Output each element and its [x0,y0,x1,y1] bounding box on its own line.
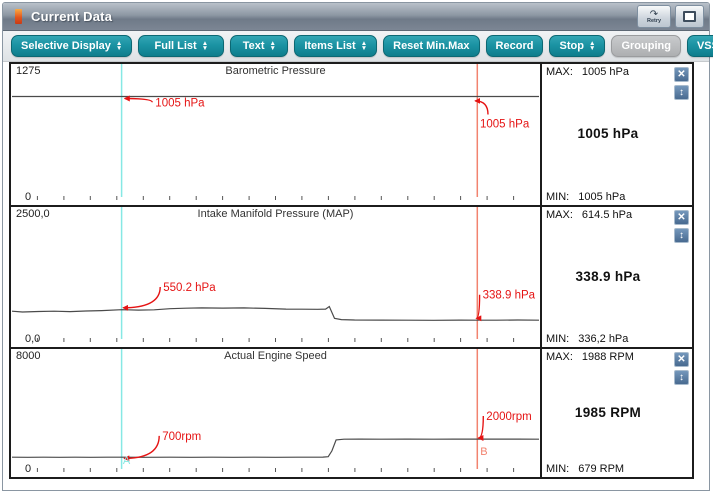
min-label: MIN: [546,333,569,345]
panel-buttons: ✕↕ [674,210,689,243]
max-value: 1005 hPa [582,66,629,78]
min-value: 679 RPM [578,463,624,475]
min-label: MIN: [546,191,569,203]
spinner-arrows-icon: ▲▼ [589,41,595,52]
max-value-line: MAX: 614.5 hPa [546,209,632,221]
annotation-label: 338.9 hPa [483,290,536,302]
chart-plot-actual-engine-speed: 8000Actual Engine Speed0700rpm2000rpmAB [11,349,540,477]
value-panel-intake-manifold-pressure-map: MAX:614.5 hPa338.9 hPaMIN:336,2 hPa✕↕ [540,207,692,347]
current-data-window: Current Data ↷ Retry Selective Display ▲▼… [2,2,710,491]
resize-vertical-icon: ↕ [679,373,684,383]
chart-row-barometric-pressure: 1275Barometric Pressure01005 hPa1005 hPa… [11,64,692,207]
min-value-line: MIN: 336,2 hPa [546,333,628,345]
min-value-line: MIN: 1005 hPa [546,191,625,203]
toolbar-button-label: Record [496,40,534,52]
toolbar-button-vss[interactable]: VSS [687,35,713,57]
resize-chart-button[interactable]: ↕ [674,228,689,243]
toolbar-button-record[interactable]: Record [486,35,544,57]
resize-vertical-icon: ↕ [679,88,684,98]
min-value: 336,2 hPa [578,333,628,345]
max-value: 1988 RPM [582,351,634,363]
retry-button[interactable]: ↷ Retry [637,5,671,28]
maximize-button[interactable] [675,5,704,28]
toolbar-button-label: Selective Display [21,40,111,52]
toolbar-button-label: VSS [697,40,713,52]
close-chart-button[interactable]: ✕ [674,210,689,225]
resize-vertical-icon: ↕ [679,231,684,241]
toolbar-button-stop[interactable]: Stop ▲▼ [549,35,605,57]
chart-canvas: 550.2 hPa 338.9 hPa [11,207,540,347]
close-icon: ✕ [677,355,685,365]
toolbar-button-reset-min-max[interactable]: Reset Min.Max [383,35,479,57]
data-line [12,439,539,457]
toolbar-button-label: Grouping [621,40,671,52]
spinner-arrows-icon: ▲▼ [116,41,122,52]
min-value-line: MIN: 679 RPM [546,463,624,475]
spinner-arrows-icon: ▲▼ [361,41,367,52]
retry-label: Retry [647,19,661,24]
current-value: 338.9 hPa [542,269,674,284]
title-bar: Current Data ↷ Retry [3,3,709,31]
max-label: MAX: [546,209,573,221]
toolbar-button-label: Items List [304,40,355,52]
toolbar-button-label: Full List [155,40,197,52]
resize-chart-button[interactable]: ↕ [674,85,689,100]
window-title: Current Data [31,9,112,24]
close-chart-button[interactable]: ✕ [674,352,689,367]
toolbar-button-label: Text [243,40,265,52]
resize-chart-button[interactable]: ↕ [674,370,689,385]
charts-container: 1275Barometric Pressure01005 hPa1005 hPa… [9,62,694,479]
data-line [12,307,539,321]
toolbar-button-selective-display[interactable]: Selective Display ▲▼ [11,35,132,57]
close-icon: ✕ [677,70,685,80]
current-value: 1005 hPa [542,126,674,141]
panel-buttons: ✕↕ [674,67,689,100]
max-value: 614.5 hPa [582,209,632,221]
toolbar-button-label: Stop [560,40,584,52]
annotation-arrow [478,416,483,438]
panel-buttons: ✕↕ [674,352,689,385]
annotation-label: 700rpm [162,431,201,443]
spinner-arrows-icon: ▲▼ [270,41,276,52]
min-label: MIN: [546,463,569,475]
chart-plot-barometric-pressure: 1275Barometric Pressure01005 hPa1005 hPa [11,64,540,205]
annotation-label: 550.2 hPa [163,282,216,294]
annotation-label: 1005 hPa [155,97,205,109]
close-icon: ✕ [677,213,685,223]
toolbar-button-label: Reset Min.Max [393,40,469,52]
toolbar-button-full-list[interactable]: Full List ▲▼ [138,35,224,57]
maximize-icon [683,11,696,22]
chart-canvas: 700rpm 2000rpm A B [11,349,540,477]
cursor-letter-a: A [123,455,131,467]
cursor-letter-b: B [480,446,487,458]
spinner-arrows-icon: ▲▼ [202,41,208,52]
toolbar-button-text[interactable]: Text ▲▼ [230,35,288,57]
max-value-line: MAX: 1988 RPM [546,351,634,363]
annotation-label: 1005 hPa [480,119,530,131]
chart-plot-intake-manifold-pressure-map: 2500,0Intake Manifold Pressure (MAP)0,05… [11,207,540,347]
value-panel-barometric-pressure: MAX:1005 hPa1005 hPaMIN:1005 hPa✕↕ [540,64,692,205]
chart-row-actual-engine-speed: 8000Actual Engine Speed0700rpm2000rpmABM… [11,349,692,477]
value-panel-actual-engine-speed: MAX:1988 RPM1985 RPMMIN:679 RPM✕↕ [540,349,692,477]
max-label: MAX: [546,66,573,78]
app-icon [15,9,22,24]
chart-row-intake-manifold-pressure-map: 2500,0Intake Manifold Pressure (MAP)0,05… [11,207,692,349]
toolbar-button-grouping[interactable]: Grouping [611,35,681,57]
chart-canvas: 1005 hPa 1005 hPa [11,64,540,205]
max-value-line: MAX: 1005 hPa [546,66,629,78]
annotation-arrow [125,99,153,103]
annotation-arrow [123,287,160,308]
min-value: 1005 hPa [578,191,625,203]
annotation-label: 2000rpm [486,411,531,423]
close-chart-button[interactable]: ✕ [674,67,689,82]
toolbar-button-items-list[interactable]: Items List ▲▼ [294,35,377,57]
max-label: MAX: [546,351,573,363]
toolbar: Selective Display▲▼Full List▲▼Text▲▼Item… [3,31,709,62]
current-value: 1985 RPM [542,405,674,420]
